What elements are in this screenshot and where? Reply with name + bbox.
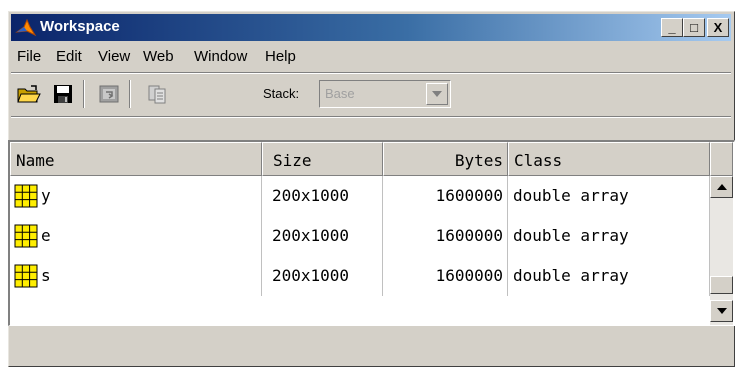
- column-header-label: Name: [16, 151, 55, 170]
- import-data-button[interactable]: [95, 80, 123, 108]
- save-button[interactable]: [49, 80, 77, 108]
- delete-variable-button[interactable]: [143, 80, 171, 108]
- scroll-down-button[interactable]: [710, 300, 733, 322]
- column-header-label: Bytes: [454, 151, 503, 170]
- scroll-thumb[interactable]: [710, 276, 733, 294]
- table-row[interactable]: y 200x1000 1600000 double array: [10, 176, 710, 216]
- variable-name: e: [41, 226, 51, 245]
- stack-label: Stack:: [263, 86, 300, 101]
- stack-value: Base: [325, 86, 355, 101]
- table-row[interactable]: s 200x1000 1600000 double array: [10, 256, 710, 296]
- toolbar-separator: [83, 80, 85, 108]
- maximize-icon: □: [690, 20, 698, 35]
- window-title: Workspace: [40, 18, 120, 35]
- workspace-variable-table: Name Size Bytes Class y 200x1000 1600000…: [8, 140, 735, 326]
- import-data-icon: [99, 85, 119, 103]
- toolbar-separator-line: [11, 116, 731, 118]
- arrow-up-icon: [716, 184, 727, 190]
- variable-size: 200x1000: [262, 176, 383, 216]
- open-button[interactable]: [15, 80, 43, 108]
- variable-name: s: [41, 266, 51, 285]
- menu-bar: File Edit View Web Window Help: [11, 43, 731, 71]
- maximize-button[interactable]: □: [683, 18, 705, 37]
- variable-class: double array: [508, 216, 710, 256]
- menu-view[interactable]: View: [98, 48, 130, 65]
- variable-class: double array: [508, 176, 710, 216]
- scroll-up-button[interactable]: [710, 176, 733, 198]
- menu-file[interactable]: File: [17, 48, 41, 65]
- column-header-class[interactable]: Class: [508, 142, 710, 176]
- matlab-logo-icon: [15, 18, 37, 37]
- column-header-size[interactable]: Size: [262, 142, 383, 176]
- column-header-bytes[interactable]: Bytes: [383, 142, 508, 176]
- variable-name-cell: y: [10, 176, 262, 216]
- menu-help[interactable]: Help: [265, 48, 296, 65]
- array-grid-icon: [14, 224, 38, 248]
- variable-name: y: [41, 186, 51, 205]
- minimize-button[interactable]: _: [661, 18, 683, 37]
- variable-size: 200x1000: [262, 256, 383, 296]
- close-icon: X: [713, 20, 723, 35]
- column-header-label: Size: [273, 151, 312, 170]
- variable-name-cell: e: [10, 216, 262, 256]
- save-icon: [54, 85, 72, 103]
- table-row[interactable]: e 200x1000 1600000 double array: [10, 216, 710, 256]
- variable-class: double array: [508, 256, 710, 296]
- minimize-icon: _: [668, 20, 676, 35]
- stack-dropdown-button[interactable]: [426, 83, 448, 105]
- column-header-label: Class: [514, 151, 563, 170]
- column-header-corner: [710, 142, 733, 176]
- menu-web[interactable]: Web: [143, 48, 174, 65]
- chevron-down-icon: [432, 91, 442, 97]
- toolbar-separator: [129, 80, 131, 108]
- toolbar: Stack: Base: [11, 74, 731, 114]
- stack-dropdown[interactable]: Base: [319, 80, 451, 108]
- open-folder-icon: [17, 85, 41, 103]
- variable-name-cell: s: [10, 256, 262, 296]
- variable-bytes: 1600000: [383, 176, 508, 216]
- close-button[interactable]: X: [707, 18, 729, 37]
- variable-size: 200x1000: [262, 216, 383, 256]
- variable-bytes: 1600000: [383, 256, 508, 296]
- title-bar[interactable]: Workspace _ □ X: [11, 14, 731, 41]
- variable-bytes: 1600000: [383, 216, 508, 256]
- column-header-name[interactable]: Name: [10, 142, 262, 176]
- array-grid-icon: [14, 264, 38, 288]
- arrow-down-icon: [716, 308, 727, 314]
- vertical-scrollbar[interactable]: [710, 176, 733, 325]
- menu-edit[interactable]: Edit: [56, 48, 82, 65]
- menu-window[interactable]: Window: [194, 48, 247, 65]
- array-grid-icon: [14, 184, 38, 208]
- delete-variable-icon: [148, 85, 166, 104]
